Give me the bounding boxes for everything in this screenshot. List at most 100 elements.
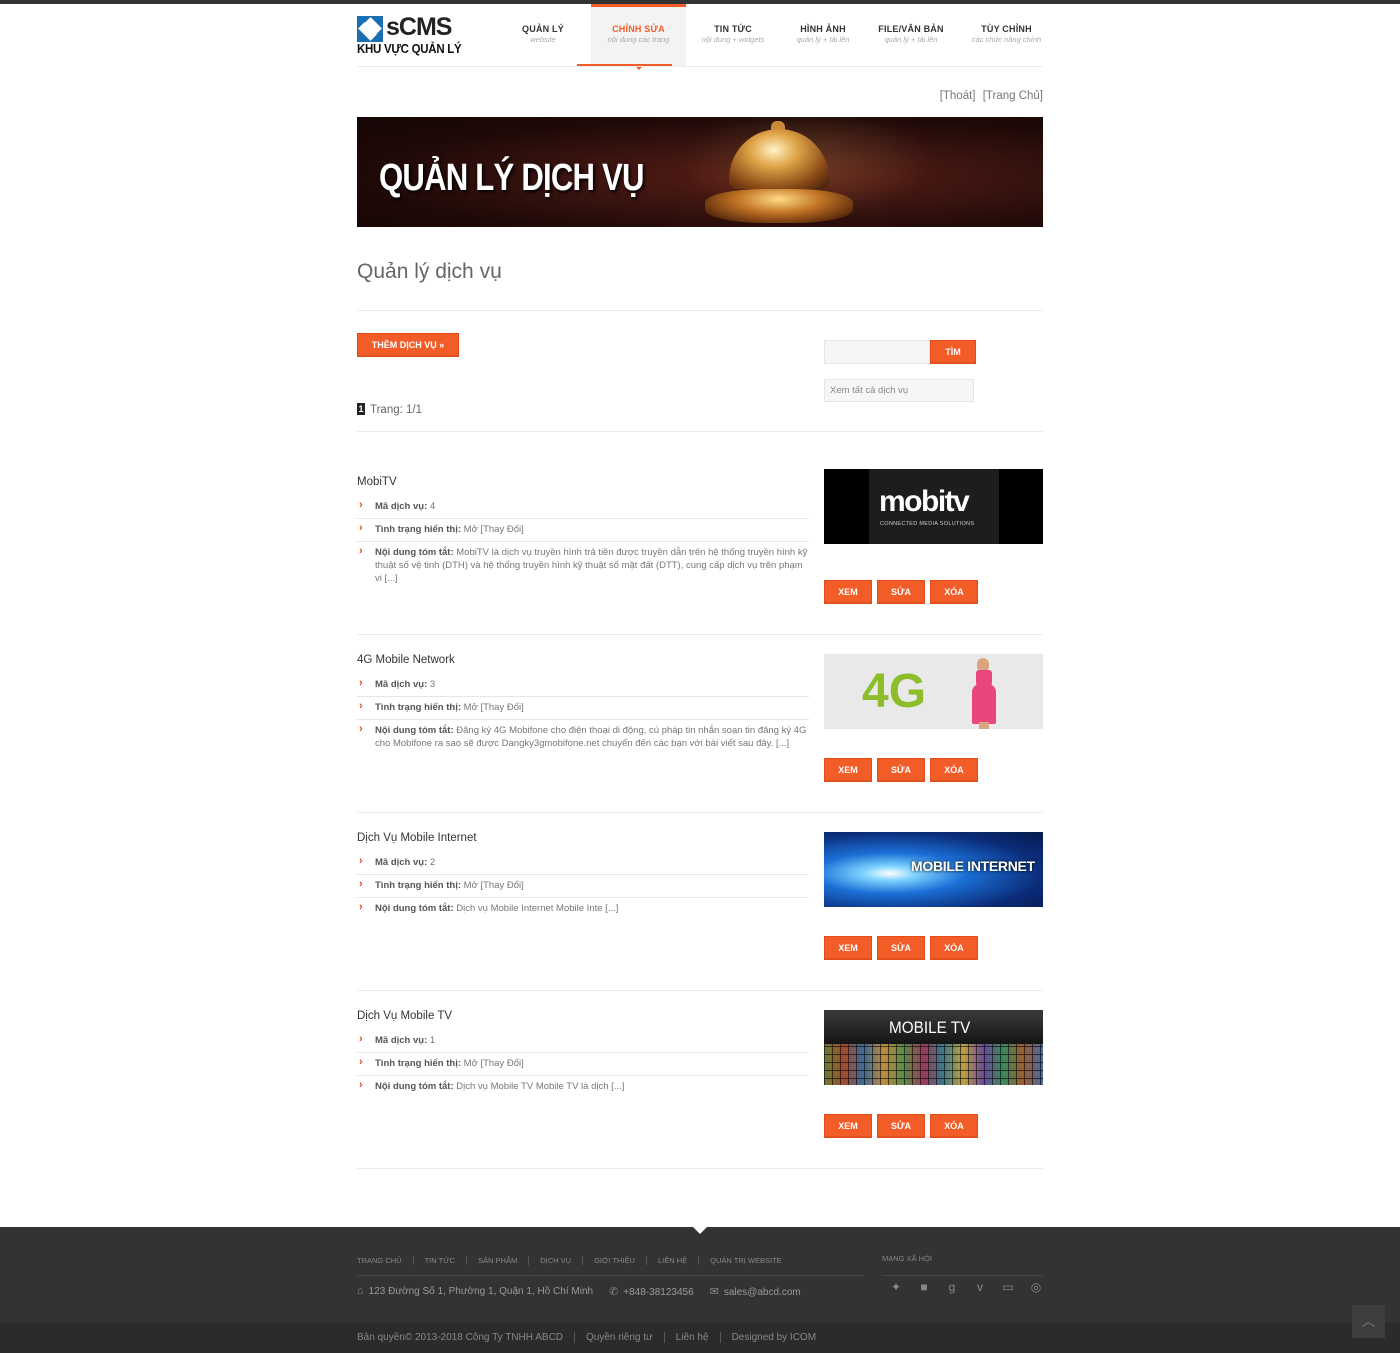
service-status: › Tình trạng hiển thị: Mở [Thay Đổi]	[357, 519, 809, 542]
chevron-right-icon: ›	[359, 855, 363, 867]
search-button[interactable]: TÌM	[930, 340, 976, 364]
thumb-text: MOBILE INTERNET	[911, 858, 1035, 874]
social-title: MẠNG XÃ HỘI	[882, 1254, 933, 1263]
address-text: 123 Đường Số 1, Phường 1, Quận 1, Hồ Chí…	[368, 1286, 594, 1297]
edit-button[interactable]: SỬA	[877, 758, 925, 782]
nav-item-sub: website	[530, 35, 556, 44]
thumb-text: 4G	[862, 665, 927, 718]
footer-divider	[357, 1275, 864, 1276]
service-name[interactable]: MobiTV	[357, 476, 397, 488]
nav-item-custom[interactable]: TÙY CHỈNH các chức năng chính	[956, 4, 1057, 66]
service-status: › Tình trạng hiển thị: Mở [Thay Đổi]	[357, 1053, 809, 1076]
facebook-icon[interactable]: ■	[910, 1280, 938, 1294]
service-thumbnail[interactable]: mobitv CONNECTED MEDIA SOLUTIONS	[824, 469, 1043, 544]
footer-link[interactable]: GIỚI THIỆU	[582, 1256, 646, 1265]
page-number[interactable]: 1	[357, 403, 365, 415]
footer-link[interactable]: TIN TỨC	[412, 1256, 466, 1265]
nav-item-edit[interactable]: CHỈNH SỬA nội dung các trang	[591, 4, 686, 70]
footer-link[interactable]: TRANG CHỦ	[357, 1256, 413, 1265]
chevron-right-icon: ›	[359, 878, 363, 890]
add-service-button[interactable]: THÊM DỊCH VỤ »	[357, 333, 459, 357]
divider	[357, 812, 1043, 813]
nav-item-sub: nội dung các trang	[607, 35, 670, 44]
service-actions: XEM SỬA XÓA	[824, 580, 983, 604]
footer-link[interactable]: QUẢN TRỊ WEBSITE	[698, 1256, 793, 1265]
delete-button[interactable]: XÓA	[930, 1114, 978, 1138]
service-code: › Mã dịch vụ: 4	[357, 496, 809, 519]
email-link[interactable]: sales@abcd.com	[724, 1287, 801, 1298]
search-input[interactable]	[824, 340, 930, 364]
service-code: › Mã dịch vụ: 2	[357, 852, 809, 875]
service-name[interactable]: Dịch Vụ Mobile Internet	[357, 832, 477, 844]
nav-item-title: HÌNH ẢNH	[800, 24, 846, 34]
chevron-right-icon: ›	[359, 1033, 363, 1045]
chevron-right-icon: ›	[359, 1056, 363, 1068]
service-name[interactable]: Dịch Vụ Mobile TV	[357, 1010, 452, 1022]
logout-link[interactable]: [Thoát]	[940, 90, 976, 102]
change-status-link[interactable]: [Thay Đổi]	[480, 524, 523, 535]
view-button[interactable]: XEM	[824, 580, 872, 604]
footer-link[interactable]: DỊCH VỤ	[528, 1256, 582, 1265]
nav-item-title: FILE/VĂN BẢN	[878, 24, 944, 34]
footer-link[interactable]: SẢN PHẨM	[466, 1256, 528, 1265]
label: Tình trạng hiển thị:	[375, 880, 462, 891]
edit-button[interactable]: SỬA	[877, 936, 925, 960]
nav-item-images[interactable]: HÌNH ẢNH quản lý + tải lên	[780, 4, 866, 66]
service-details: › Mã dịch vụ: 3 › Tình trạng hiển thị: Mở …	[357, 674, 809, 755]
footer-address: ⌂ 123 Đường Số 1, Phường 1, Quận 1, Hồ Ch…	[357, 1285, 593, 1298]
service-item: MobiTV › Mã dịch vụ: 4 › Tình trạng hiển t…	[357, 469, 1043, 636]
logo[interactable]: sCMS KHU VỰC QUẢN LÝ	[357, 13, 467, 58]
footer: TRANG CHỦ TIN TỨC SẢN PHẨM DỊCH VỤ GIỚI …	[0, 1227, 1400, 1353]
home-link[interactable]: [Trang Chủ]	[983, 90, 1043, 102]
twitter-icon[interactable]: ✦	[882, 1280, 910, 1294]
view-all-services[interactable]: Xem tất cả dịch vụ	[824, 379, 974, 402]
service-thumbnail[interactable]: 4G	[824, 654, 1043, 729]
nav-item-title: TÙY CHỈNH	[981, 24, 1032, 34]
service-actions: XEM SỬA XÓA	[824, 936, 983, 960]
edit-button[interactable]: SỬA	[877, 580, 925, 604]
delete-button[interactable]: XÓA	[930, 758, 978, 782]
service-details: › Mã dịch vụ: 4 › Tình trạng hiển thị: Mở …	[357, 496, 809, 590]
chevron-right-icon: ›	[359, 677, 363, 689]
footer-link[interactable]: LIÊN HỆ	[645, 1256, 698, 1265]
social-links: ✦ ■ g v ▭ ◎	[882, 1280, 1050, 1294]
nav-item-files[interactable]: FILE/VĂN BẢN quản lý + tải lên	[866, 4, 956, 66]
nav-item-manage[interactable]: QUẢN LÝ website	[495, 4, 591, 66]
vimeo-icon[interactable]: v	[966, 1280, 994, 1294]
change-status-link[interactable]: [Thay Đổi]	[480, 1058, 523, 1069]
change-status-link[interactable]: [Thay Đổi]	[480, 880, 523, 891]
privacy-link[interactable]: Quyền riêng tư	[574, 1332, 664, 1343]
google-plus-icon[interactable]: g	[938, 1280, 966, 1294]
service-thumbnail[interactable]: MOBILE INTERNET	[824, 832, 1043, 907]
value: Mở	[463, 880, 478, 891]
service-actions: XEM SỬA XÓA	[824, 758, 983, 782]
view-button[interactable]: XEM	[824, 758, 872, 782]
view-button[interactable]: XEM	[824, 1114, 872, 1138]
nav-item-title: CHỈNH SỬA	[612, 24, 665, 34]
chevron-up-icon[interactable]: ︿	[1352, 1305, 1385, 1338]
label: Tình trạng hiển thị:	[375, 524, 462, 535]
thumb-figure	[979, 722, 989, 729]
page-banner: QUẢN LÝ DỊCH VỤ	[357, 117, 1043, 227]
change-status-link[interactable]: [Thay Đổi]	[480, 702, 523, 713]
label: Nội dung tóm tắt:	[375, 725, 454, 736]
designed-by: Designed by ICOM	[719, 1332, 827, 1343]
view-button[interactable]: XEM	[824, 936, 872, 960]
youtube-icon[interactable]: ▭	[994, 1280, 1022, 1294]
nav-item-news[interactable]: TIN TỨC nội dung + widgets	[686, 4, 780, 66]
skype-icon[interactable]: ◎	[1022, 1280, 1050, 1294]
nav-divider	[357, 66, 1043, 67]
page-title: Quản lý dịch vụ	[357, 260, 502, 283]
nav-item-sub: các chức năng chính	[971, 35, 1042, 44]
delete-button[interactable]: XÓA	[930, 580, 978, 604]
chevron-right-icon: ›	[359, 700, 363, 712]
thumb-caption: CONNECTED MEDIA SOLUTIONS	[880, 521, 975, 527]
service-thumbnail[interactable]: MOBILE TV	[824, 1010, 1043, 1085]
delete-button[interactable]: XÓA	[930, 936, 978, 960]
pagination: 1 Trang: 1/1	[357, 403, 422, 416]
edit-button[interactable]: SỬA	[877, 1114, 925, 1138]
envelope-icon: ✉	[709, 1286, 719, 1298]
service-name[interactable]: 4G Mobile Network	[357, 654, 455, 666]
value: 4	[429, 501, 436, 512]
contact-link[interactable]: Liên hệ	[663, 1332, 720, 1343]
